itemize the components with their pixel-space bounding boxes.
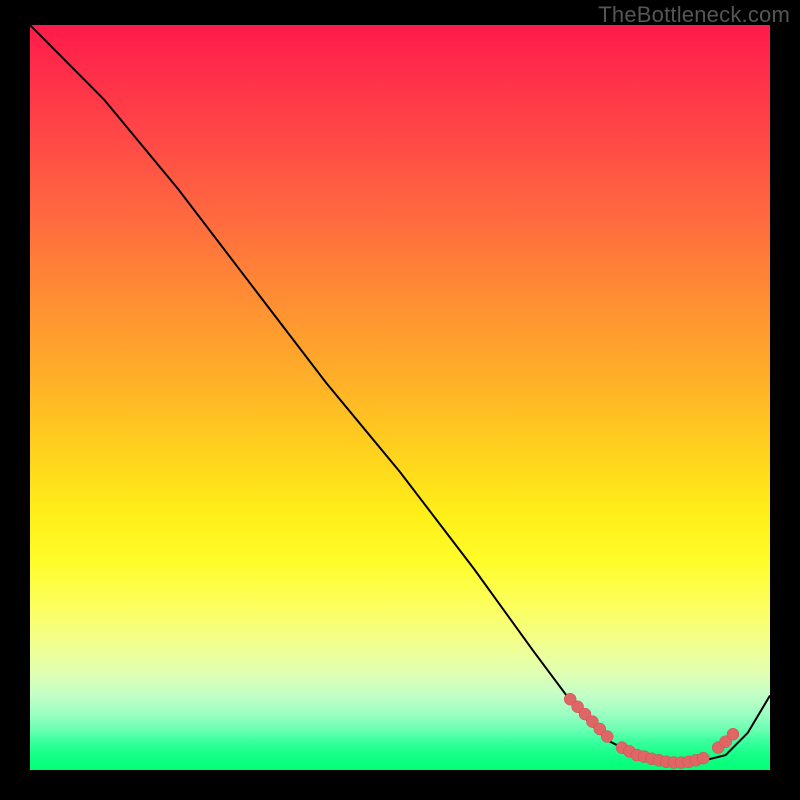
highlight-dot [697,752,709,764]
watermark-text: TheBottleneck.com [598,2,790,28]
plot-area [30,25,770,770]
highlight-dot [601,731,613,743]
chart-frame: TheBottleneck.com [0,0,800,800]
highlight-dot [727,728,739,740]
highlight-dots-group [564,693,739,768]
curve-layer [30,25,770,770]
bottleneck-curve [30,25,770,763]
